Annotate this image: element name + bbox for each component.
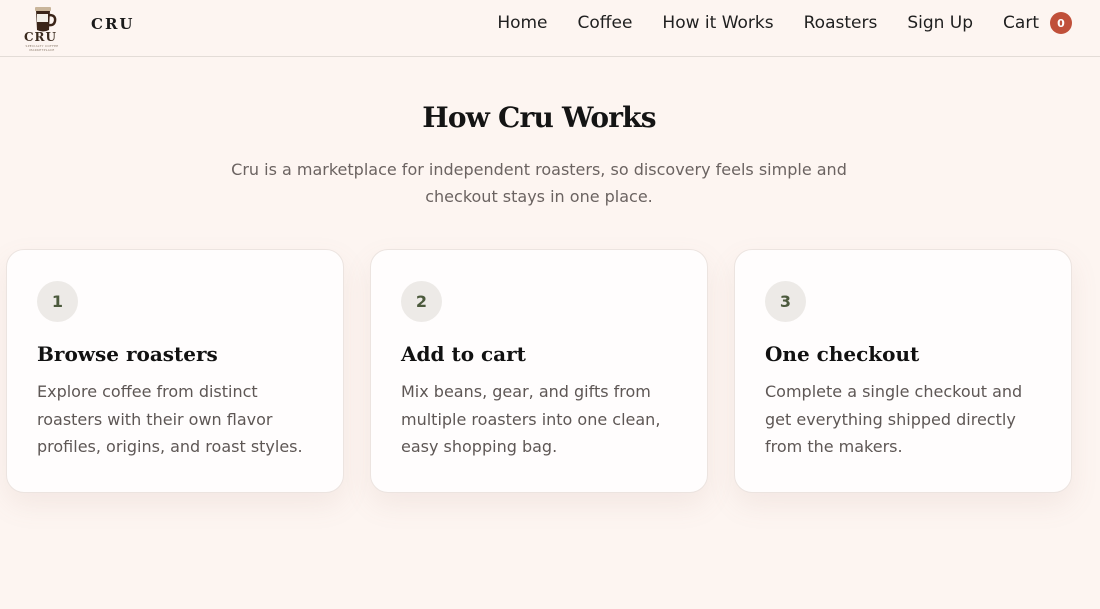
page-subtitle: Cru is a marketplace for independent roa… (231, 160, 847, 206)
step-number: 2 (401, 281, 442, 322)
site-header: CRU SPECIALTY COFFEE MARKETPLACE CRU Hom… (0, 0, 1100, 57)
step-card-add-to-cart: 2 Add to cart Mix beans, gear, and gifts… (370, 249, 708, 493)
step-card-checkout: 3 One checkout Complete a single checkou… (734, 249, 1072, 493)
step-number: 1 (37, 281, 78, 322)
brand-name[interactable]: CRU (91, 15, 135, 33)
cart-label: Cart (1003, 13, 1039, 33)
nav-home[interactable]: Home (497, 13, 547, 33)
nav-roasters[interactable]: Roasters (804, 13, 878, 33)
step-title: Browse roasters (37, 342, 218, 366)
logo-tagline: SPECIALTY COFFEE MARKETPLACE (25, 44, 59, 52)
step-number: 3 (765, 281, 806, 322)
step-title: Add to cart (401, 342, 526, 366)
step-card-browse: 1 Browse roasters Explore coffee from di… (6, 249, 344, 493)
main-nav: Home Coffee How it Works Roasters Sign U… (467, 11, 1072, 35)
nav-how-it-works[interactable]: How it Works (662, 13, 773, 33)
step-description: Complete a single checkout and get every… (765, 382, 1023, 456)
nav-sign-up[interactable]: Sign Up (907, 13, 973, 33)
step-description: Mix beans, gear, and gifts from multiple… (401, 382, 661, 456)
cart-link[interactable]: Cart 0 (1003, 12, 1072, 34)
step-title: One checkout (765, 342, 920, 366)
step-description: Explore coffee from distinct roasters wi… (37, 382, 303, 456)
logo[interactable]: CRU SPECIALTY COFFEE MARKETPLACE (16, 2, 68, 52)
page-title: How Cru Works (422, 101, 656, 134)
cart-count-badge: 0 (1050, 12, 1072, 34)
nav-coffee[interactable]: Coffee (578, 13, 633, 33)
logo-text: CRU (24, 30, 57, 44)
